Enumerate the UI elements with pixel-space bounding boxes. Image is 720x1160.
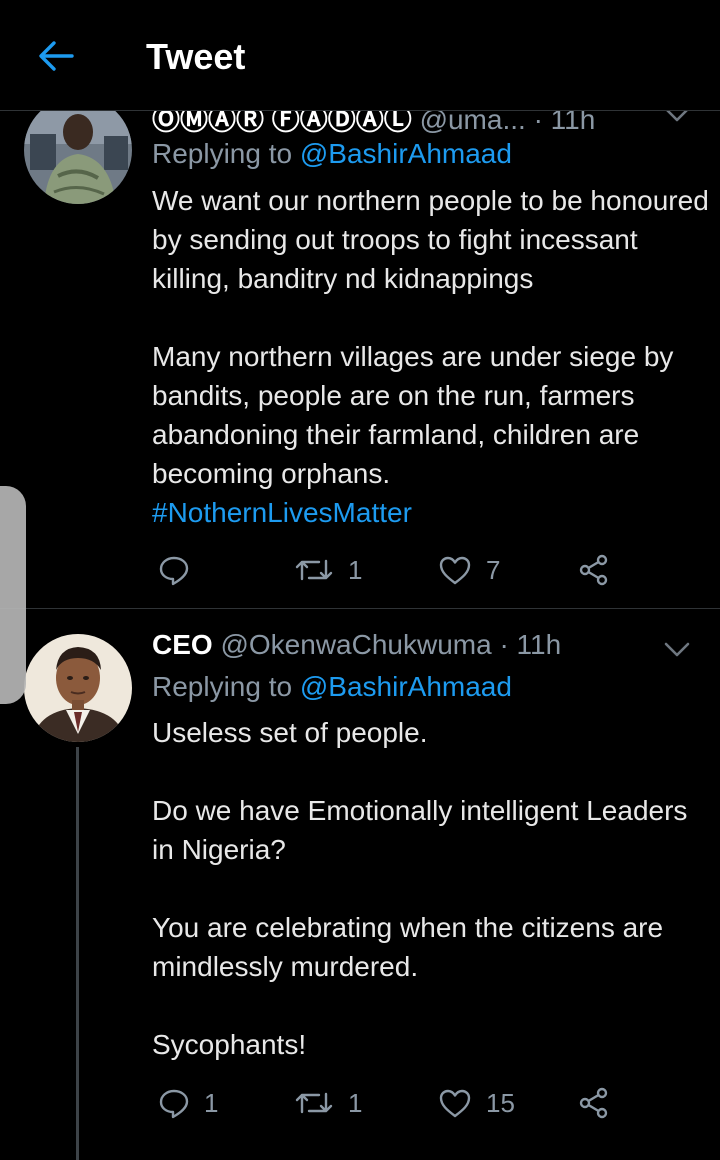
heart-icon <box>439 556 471 585</box>
tweet-paragraph: Useless set of people. <box>152 717 428 748</box>
tweet-paragraph: Do we have Emotionally intelligent Leade… <box>152 795 688 865</box>
thread-connector <box>76 747 79 1160</box>
retweet-count: 1 <box>348 554 363 585</box>
reply-count: 1 <box>204 1087 219 1118</box>
replying-to-label: Replying to <box>152 138 293 169</box>
replying-to-mention[interactable]: @BashirAhmaad <box>300 671 512 702</box>
share-button[interactable] <box>578 548 610 592</box>
tweet-text: We want our northern people to be honour… <box>152 181 712 532</box>
retweet-button[interactable]: 1 <box>294 548 362 592</box>
edge-panel-handle[interactable] <box>0 486 26 704</box>
timestamp: · 11h <box>499 629 562 660</box>
tweet-paragraph: You are celebrating when the citizens ar… <box>152 912 664 982</box>
like-button[interactable]: 15 <box>438 1081 515 1125</box>
tweet-paragraph: Many northern villages are under siege b… <box>152 337 712 532</box>
reply-button[interactable] <box>158 548 204 592</box>
tweet-header: CEO @OkenwaChukwuma · 11h <box>152 629 640 665</box>
tweet-paragraph: Sycophants! <box>152 1029 307 1060</box>
like-button[interactable]: 7 <box>438 548 500 592</box>
chevron-down-icon <box>664 642 690 657</box>
display-name[interactable]: CEO <box>152 629 213 660</box>
replying-to-mention[interactable]: @BashirAhmaad <box>300 138 512 169</box>
back-button[interactable] <box>34 38 78 74</box>
tweet-actions: 1 7 <box>152 548 632 592</box>
avatar[interactable] <box>24 634 132 742</box>
replying-to-label: Replying to <box>152 671 293 702</box>
replying-to: Replying to @BashirAhmaad <box>152 671 512 703</box>
avatar[interactable] <box>24 96 132 204</box>
retweet-count: 1 <box>348 1087 363 1118</box>
reply-tweet-2[interactable]: CEO @OkenwaChukwuma · 11h Replying to @B… <box>0 609 720 1160</box>
tweet-paragraph: We want our northern people to be honour… <box>152 185 709 294</box>
like-count: 7 <box>486 554 501 585</box>
heart-icon <box>439 1089 471 1118</box>
tweet-paragraph-text: Many northern villages are under siege b… <box>152 341 674 489</box>
retweet-button[interactable]: 1 <box>294 1081 362 1125</box>
hashtag-link[interactable]: #NothernLivesMatter <box>152 497 412 528</box>
user-handle[interactable]: @OkenwaChukwuma <box>220 629 491 660</box>
page-title: Tweet <box>146 36 246 77</box>
tweet-menu-button[interactable] <box>662 635 692 665</box>
share-button[interactable] <box>578 1081 610 1125</box>
top-app-bar: Tweet <box>0 0 720 111</box>
like-count: 15 <box>486 1087 515 1118</box>
share-icon <box>579 554 608 586</box>
replying-to: Replying to @BashirAhmaad <box>152 138 512 170</box>
retweet-icon <box>295 1092 333 1114</box>
reply-icon <box>159 1089 189 1119</box>
arrow-left-icon <box>39 41 74 71</box>
reply-button[interactable]: 1 <box>158 1081 218 1125</box>
avatar-photo <box>24 634 132 742</box>
share-icon <box>579 1087 608 1119</box>
tweet-text: Useless set of people. Do we have Emotio… <box>152 713 712 1064</box>
tweet-actions: 1 1 15 <box>152 1081 632 1125</box>
retweet-icon <box>295 559 333 581</box>
reply-icon <box>159 556 189 586</box>
avatar-photo <box>24 96 132 204</box>
